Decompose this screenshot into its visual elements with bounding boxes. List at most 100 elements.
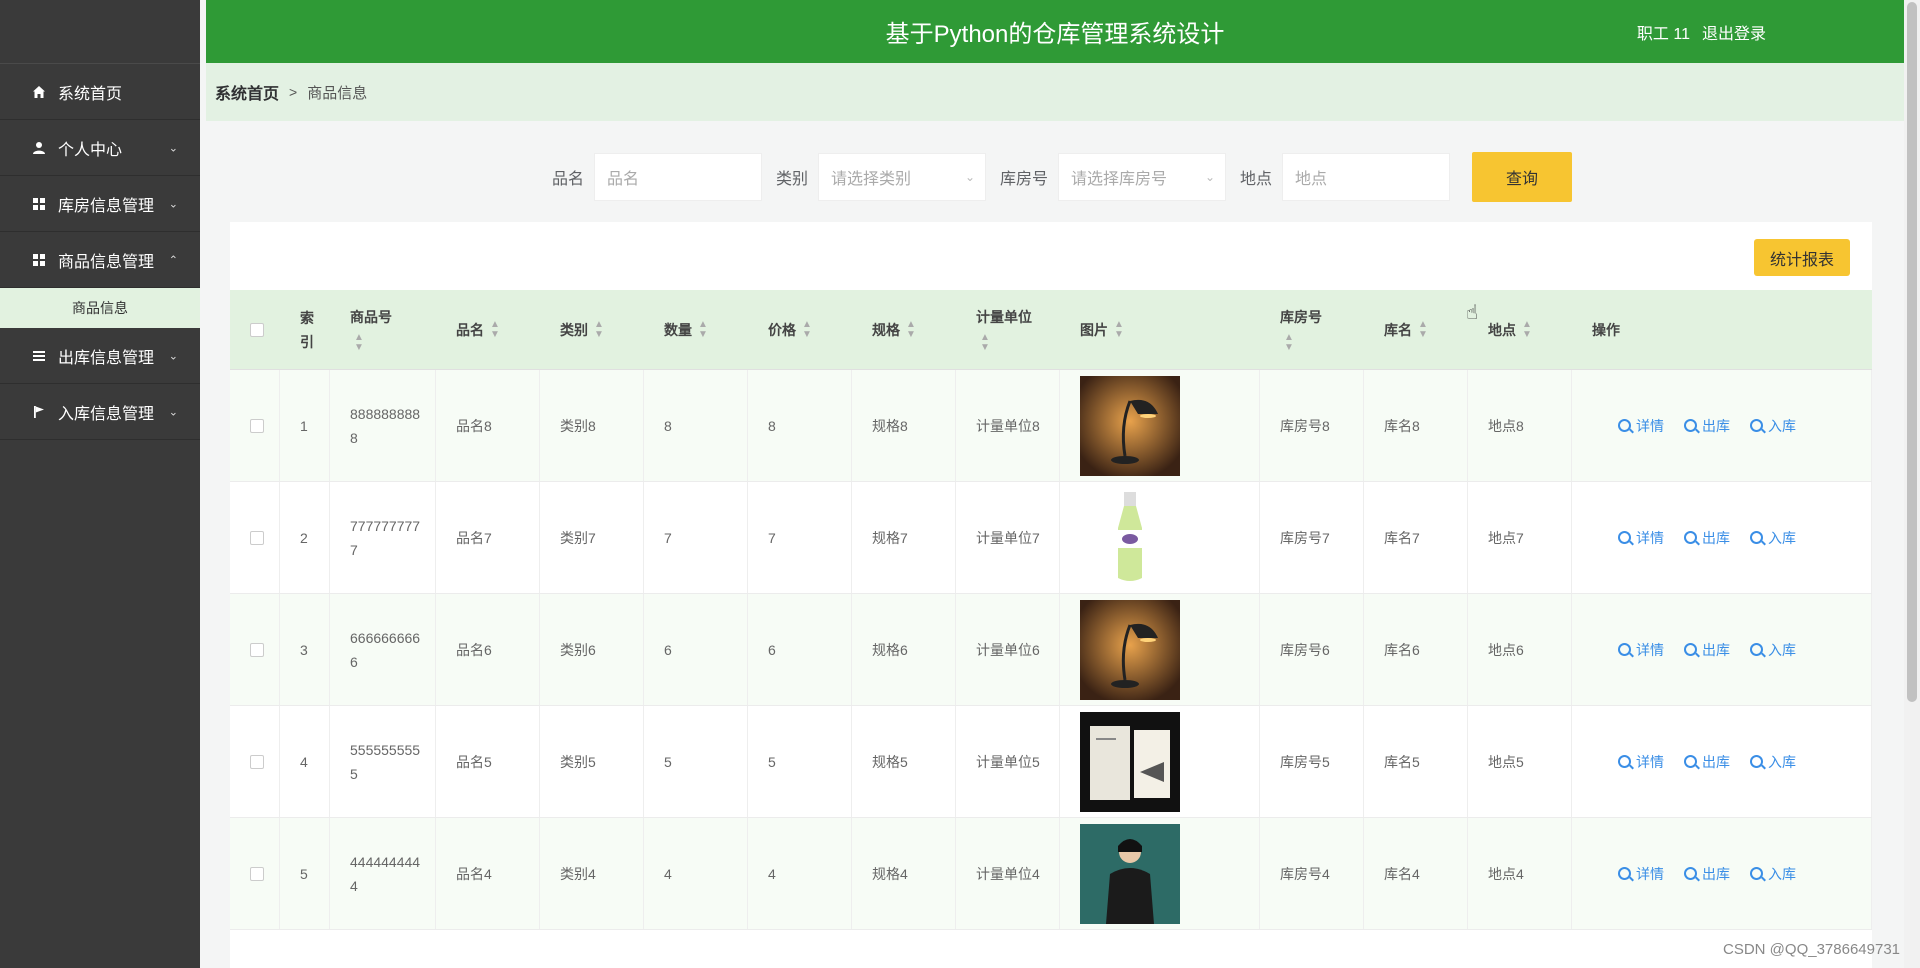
sidebar-item-inbound[interactable]: 入库信息管理 ⌄ xyxy=(0,384,200,440)
cell-name-text: 品名5 xyxy=(456,753,492,770)
header-location[interactable]: 地点 ▲ ▼ xyxy=(1468,290,1572,369)
cell-qty: 7 xyxy=(644,482,748,593)
sort-icon: ▲ ▼ xyxy=(698,318,708,340)
search-icon xyxy=(1618,531,1631,544)
row-checkbox[interactable] xyxy=(230,594,280,705)
inbound-button[interactable]: 入库 xyxy=(1750,640,1796,660)
header-qty[interactable]: 数量 ▲ ▼ xyxy=(644,290,748,369)
checkbox-icon xyxy=(250,322,264,337)
cell-image[interactable] xyxy=(1060,818,1260,929)
detail-button[interactable]: 详情 xyxy=(1618,864,1664,884)
header-code[interactable]: 商品号 ▲ ▼ xyxy=(330,290,436,369)
room-select[interactable]: 请选择库房号 ⌄ xyxy=(1058,153,1227,201)
cell-image[interactable] xyxy=(1060,370,1260,481)
header-code-label: 商品号 xyxy=(350,308,392,325)
inbound-button[interactable]: 入库 xyxy=(1750,416,1796,436)
header-spec[interactable]: 规格 ▲ ▼ xyxy=(852,290,956,369)
sidebar-item-outbound[interactable]: 出库信息管理 ⌄ xyxy=(0,328,200,384)
scrollbar[interactable] xyxy=(1904,0,1920,968)
sidebar-item-home[interactable]: 系统首页 xyxy=(0,64,200,120)
sort-icon: ▲ ▼ xyxy=(1522,318,1532,340)
sort-icon: ▲ ▼ xyxy=(980,331,990,353)
chevron-down-icon: ⌄ xyxy=(168,350,178,362)
chevron-down-icon: ⌄ xyxy=(1204,170,1216,184)
search-bar: 品名 品名 类别 请选择类别 ⌄ 库房号 请选择库房号 ⌄ 地点 地点 查询 xyxy=(206,152,1904,202)
detail-button[interactable]: 详情 xyxy=(1618,640,1664,660)
cell-store-text: 库名6 xyxy=(1384,641,1420,658)
header-store[interactable]: 库名 ▲ ▼ xyxy=(1364,290,1468,369)
outbound-button[interactable]: 出库 xyxy=(1684,528,1730,548)
detail-button[interactable]: 详情 xyxy=(1618,528,1664,548)
header-image[interactable]: 图片 ▲ ▼ xyxy=(1060,290,1260,369)
location-input[interactable]: 地点 xyxy=(1282,153,1451,201)
inbound-button[interactable]: 入库 xyxy=(1750,528,1796,548)
current-user: 职工 11 xyxy=(1636,25,1690,43)
sidebar-item-warehouse[interactable]: 库房信息管理 ⌄ xyxy=(0,176,200,232)
header-name[interactable]: 品名 ▲ ▼ xyxy=(436,290,540,369)
row-checkbox[interactable] xyxy=(230,482,280,593)
cell-index: 4 xyxy=(280,706,330,817)
detail-button[interactable]: 详情 xyxy=(1618,752,1664,772)
sidebar-item-profile[interactable]: 个人中心 ⌄ xyxy=(0,120,200,176)
cell-price: 4 xyxy=(748,818,852,929)
cell-code: 5555555555 xyxy=(330,706,436,817)
flag-icon xyxy=(30,405,48,419)
header-qty-label: 数量 xyxy=(664,321,692,338)
outbound-button[interactable]: 出库 xyxy=(1684,864,1730,884)
query-button[interactable]: 查询 xyxy=(1472,152,1573,202)
breadcrumb-home[interactable]: 系统首页 xyxy=(215,80,279,104)
row-checkbox[interactable] xyxy=(230,706,280,817)
name-input[interactable]: 品名 xyxy=(593,153,762,201)
cell-store-text: 库名4 xyxy=(1384,865,1420,882)
cell-room-text: 库房号5 xyxy=(1280,753,1330,770)
inbound-button[interactable]: 入库 xyxy=(1750,752,1796,772)
cell-qty-text: 7 xyxy=(664,529,672,546)
sidebar-item-goods[interactable]: 商品信息管理 ⌃ xyxy=(0,232,200,288)
hand-cursor-icon: ☝ xyxy=(1466,302,1479,324)
cell-room-text: 库房号6 xyxy=(1280,641,1330,658)
select-all-checkbox[interactable] xyxy=(230,290,280,369)
sort-icon: ▲ ▼ xyxy=(594,318,604,340)
product-book-image xyxy=(1080,711,1180,812)
scroll-thumb[interactable] xyxy=(1907,2,1917,702)
chevron-down-icon: ⌄ xyxy=(168,198,178,210)
product-lamp-image xyxy=(1080,599,1180,700)
cell-unit: 计量单位5 xyxy=(956,706,1060,817)
search-icon xyxy=(1750,755,1763,768)
header-unit[interactable]: 计量单位 ▲ ▼ xyxy=(956,290,1060,369)
cell-category: 类别6 xyxy=(540,594,644,705)
cell-image[interactable] xyxy=(1060,594,1260,705)
cell-price-text: 5 xyxy=(768,753,776,770)
outbound-button[interactable]: 出库 xyxy=(1684,416,1730,436)
sidebar-subitem-goods-info[interactable]: 商品信息 xyxy=(0,288,200,328)
outbound-label: 出库 xyxy=(1702,529,1730,546)
cell-image[interactable] xyxy=(1060,482,1260,593)
row-checkbox[interactable] xyxy=(230,818,280,929)
category-select[interactable]: 请选择类别 ⌄ xyxy=(818,153,986,201)
row-checkbox[interactable] xyxy=(230,370,280,481)
header-name-label: 品名 xyxy=(456,321,484,338)
name-label: 品名 xyxy=(551,171,584,188)
table-header: 索引 商品号 ▲ ▼ 品名 ▲ ▼ 类别 ▲ ▼ 数量 ▲ ▼ 价格 ▲ ▼ 规格 ▲ ▼ 计量单位 ▲ ▼… xyxy=(230,290,1872,370)
sort-icon: ▲ ▼ xyxy=(1418,318,1428,340)
cell-category-text: 类别8 xyxy=(560,417,596,434)
inbound-button[interactable]: 入库 xyxy=(1750,864,1796,884)
report-button[interactable]: 统计报表 xyxy=(1754,239,1850,276)
header-room[interactable]: 库房号 ▲ ▼ xyxy=(1260,290,1364,369)
cell-spec: 规格5 xyxy=(852,706,956,817)
header-index-label: 索引 xyxy=(300,309,314,350)
cell-actions: 详情 出库 入库 xyxy=(1572,818,1872,929)
logout-link[interactable]: 退出登录 xyxy=(1702,20,1766,44)
cell-store: 库名7 xyxy=(1364,482,1468,593)
detail-button[interactable]: 详情 xyxy=(1618,416,1664,436)
outbound-button[interactable]: 出库 xyxy=(1684,752,1730,772)
header-category[interactable]: 类别 ▲ ▼ xyxy=(540,290,644,369)
header-actions: 操作 xyxy=(1572,290,1872,369)
table-body: 1 8888888888 品名8 类别8 8 8 规格8 计量单位8 库房号8 库名8 地点8 详情… xyxy=(230,370,1872,930)
cell-spec-text: 规格4 xyxy=(872,865,908,882)
cell-index: 5 xyxy=(280,818,330,929)
cell-image[interactable] xyxy=(1060,706,1260,817)
outbound-button[interactable]: 出库 xyxy=(1684,640,1730,660)
room-label: 库房号 xyxy=(1000,171,1049,188)
header-price[interactable]: 价格 ▲ ▼ xyxy=(748,290,852,369)
